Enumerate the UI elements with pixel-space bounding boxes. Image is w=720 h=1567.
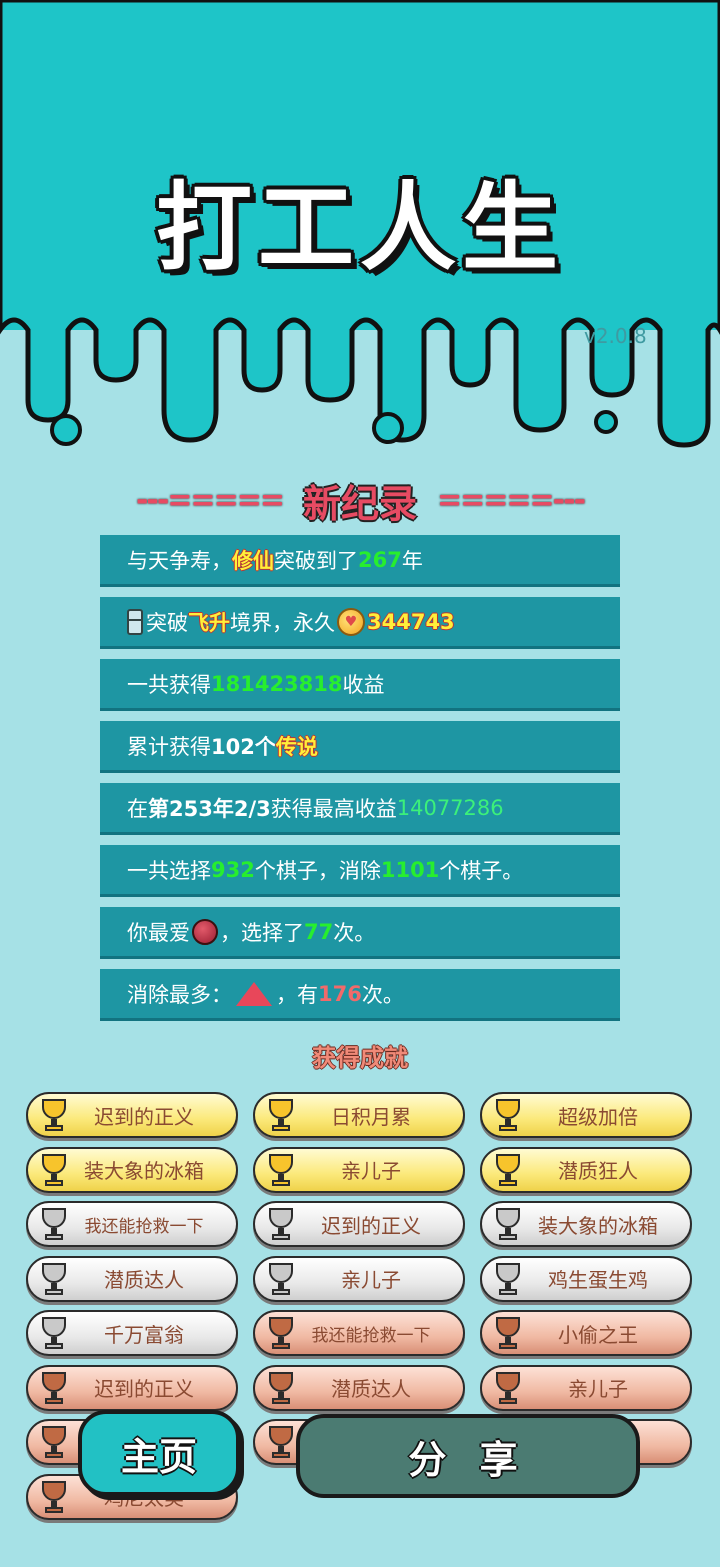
trophy-icon bbox=[34, 1204, 74, 1244]
achievement-badge: 亲儿子 bbox=[253, 1146, 465, 1193]
stat-row-max-income: 在 第253年2/3 获得最高收益 14077286 bbox=[100, 783, 620, 835]
achievement-badge: 亲儿子 bbox=[253, 1255, 465, 1302]
watermelon-icon bbox=[236, 981, 272, 1006]
achievement-badge: 我还能抢救一下 bbox=[26, 1201, 238, 1247]
achievement-badge: 装大象的冰箱 bbox=[26, 1146, 238, 1193]
stat-row-ascension: 突破 飞升 境界，永久 ♥ 344743 bbox=[100, 597, 620, 649]
trophy-icon bbox=[34, 1313, 74, 1353]
trophy-icon bbox=[261, 1150, 301, 1190]
achievement-label: 鸡生蛋生鸡 bbox=[548, 1268, 648, 1292]
achievement-label: 小偷之王 bbox=[558, 1322, 638, 1347]
achievement-label: 超级加倍 bbox=[558, 1104, 638, 1129]
stat-row-favorite: 你最爱 ，选择了 77 次。 bbox=[100, 907, 620, 959]
pieces-selected: 932 bbox=[211, 857, 255, 882]
pieces-eliminated: 1101 bbox=[380, 857, 440, 882]
trophy-icon bbox=[488, 1313, 528, 1353]
record-deco-left: ---===== bbox=[135, 482, 285, 518]
trophy-icon bbox=[261, 1204, 301, 1244]
ascension-highlight: 飞升 bbox=[188, 610, 230, 635]
permanent-coin-value: 344743 bbox=[367, 609, 455, 634]
trophy-icon bbox=[488, 1204, 528, 1244]
achievement-label: 潜质狂人 bbox=[558, 1159, 638, 1183]
achievement-badge: 潜质狂人 bbox=[480, 1146, 692, 1193]
achievement-label: 装大象的冰箱 bbox=[538, 1213, 658, 1238]
version-label: v2.0.8 bbox=[584, 324, 647, 348]
legend-count: 102个 bbox=[211, 734, 276, 759]
stat-row-cultivation: 与天争寿， 修仙 突破到了 267 年 bbox=[100, 535, 620, 587]
legend-label: 传说 bbox=[275, 734, 318, 759]
stat-row-most-eliminated: 消除最多： ，有 176 次。 bbox=[100, 969, 620, 1021]
achievement-label: 我还能抢救一下 bbox=[311, 1325, 431, 1346]
new-record-heading: ---===== 新纪录 =====--- bbox=[0, 475, 720, 526]
achievement-badge: 潜质达人 bbox=[253, 1364, 465, 1411]
trophy-icon bbox=[488, 1150, 528, 1190]
achievements-title: 获得成就 bbox=[312, 1044, 408, 1072]
trophy-icon bbox=[261, 1368, 301, 1408]
trophy-icon bbox=[488, 1259, 528, 1299]
achievement-label: 迟到的正义 bbox=[94, 1377, 194, 1401]
most-eliminated-count: 176 bbox=[318, 981, 362, 1006]
achievement-label: 千万富翁 bbox=[104, 1322, 184, 1347]
achievement-label: 日积月累 bbox=[331, 1104, 411, 1129]
achievement-badge: 潜质达人 bbox=[26, 1255, 238, 1302]
record-label: 新纪录 bbox=[302, 481, 417, 526]
share-button[interactable]: 分 享 bbox=[296, 1414, 640, 1498]
achievement-badge: 迟到的正义 bbox=[26, 1092, 238, 1138]
trophy-icon bbox=[261, 1259, 301, 1299]
coin-icon: ♥ bbox=[337, 607, 365, 636]
achievement-badge: 千万富翁 bbox=[26, 1310, 238, 1356]
total-income-value: 181423818 bbox=[211, 671, 343, 696]
trophy-icon bbox=[34, 1368, 74, 1408]
max-income-date: 第253年2/3 bbox=[148, 796, 271, 821]
achievement-label: 亲儿子 bbox=[341, 1268, 401, 1292]
achievement-badge: 小偷之王 bbox=[480, 1310, 692, 1356]
trophy-icon bbox=[261, 1422, 301, 1462]
favorite-count: 77 bbox=[304, 919, 334, 944]
lychee-icon bbox=[192, 918, 218, 945]
achievement-label: 迟到的正义 bbox=[94, 1104, 194, 1129]
achievement-badge: 我还能抢救一下 bbox=[253, 1310, 465, 1356]
trophy-icon bbox=[34, 1259, 74, 1299]
home-button[interactable]: 主页 bbox=[78, 1410, 240, 1496]
trophy-icon bbox=[261, 1095, 301, 1135]
achievement-label: 亲儿子 bbox=[568, 1377, 628, 1401]
achievement-label: 迟到的正义 bbox=[321, 1213, 421, 1238]
trophy-icon bbox=[488, 1368, 528, 1408]
max-income-value: 14077286 bbox=[396, 795, 504, 820]
trophy-icon bbox=[34, 1095, 74, 1135]
achievement-label: 潜质达人 bbox=[104, 1268, 184, 1292]
trophy-icon bbox=[34, 1422, 74, 1462]
achievement-badge: 迟到的正义 bbox=[253, 1201, 465, 1247]
achievement-badge: 装大象的冰箱 bbox=[480, 1201, 692, 1247]
achievement-badge: 迟到的正义 bbox=[26, 1364, 238, 1411]
achievement-label: 潜质达人 bbox=[331, 1377, 411, 1401]
achievement-label: 亲儿子 bbox=[341, 1159, 401, 1183]
trophy-icon bbox=[261, 1313, 301, 1353]
trophy-icon bbox=[34, 1477, 74, 1517]
game-title: 打工人生 bbox=[156, 172, 564, 284]
achievement-label: 装大象的冰箱 bbox=[84, 1159, 204, 1183]
stat-row-total-income: 一共获得 181423818 收益 bbox=[100, 659, 620, 711]
cultivation-years: 267 bbox=[358, 547, 402, 572]
header: 打工人生 v2.0.8 bbox=[0, 0, 720, 460]
fridge-icon bbox=[127, 608, 143, 635]
achievement-badge: 日积月累 bbox=[253, 1092, 465, 1138]
achievement-badge: 亲儿子 bbox=[480, 1364, 692, 1411]
achievement-badge: 超级加倍 bbox=[480, 1092, 692, 1138]
record-deco-right: =====--- bbox=[437, 482, 586, 518]
stat-row-pieces: 一共选择 932 个棋子，消除 1101 个棋子。 bbox=[100, 845, 620, 897]
stat-row-legends: 累计获得 102个 传说 bbox=[100, 721, 620, 773]
achievement-label: 我还能抢救一下 bbox=[84, 1216, 204, 1237]
achievement-badge: 鸡生蛋生鸡 bbox=[480, 1255, 692, 1302]
stats-list: 与天争寿， 修仙 突破到了 267 年 突破 飞升 境界，永久 ♥ 344743… bbox=[100, 535, 620, 1031]
trophy-icon bbox=[34, 1150, 74, 1190]
cultivation-highlight: 修仙 bbox=[232, 548, 274, 573]
trophy-icon bbox=[488, 1095, 528, 1135]
